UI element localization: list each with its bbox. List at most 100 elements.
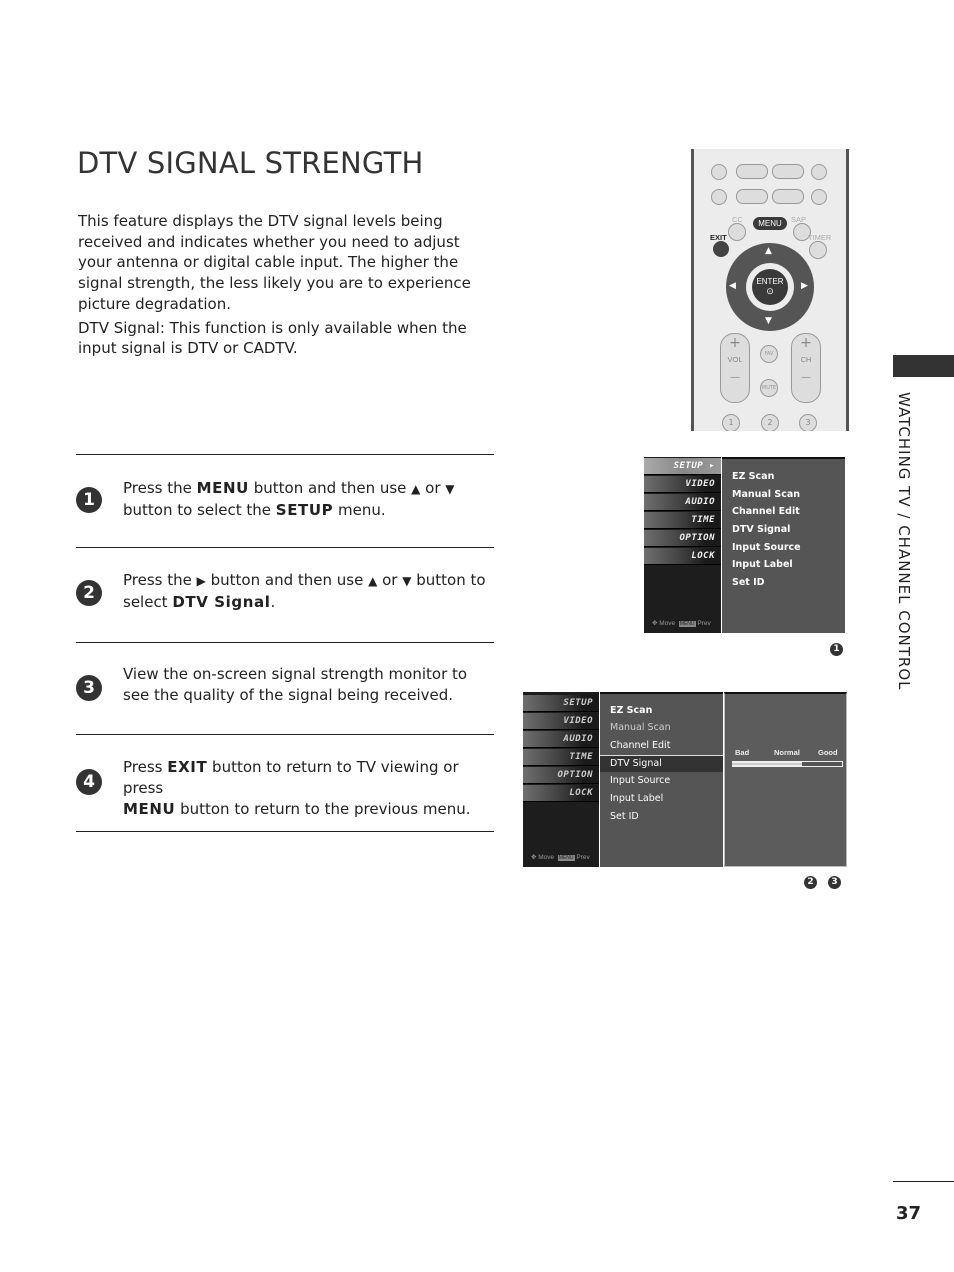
fav-button: FAV	[760, 345, 778, 363]
signal-strength-bar	[732, 761, 843, 767]
exit-keyword: EXIT	[167, 758, 208, 776]
menu-keyword: MENU	[196, 479, 249, 497]
text: or	[377, 571, 403, 589]
menu-item-dtv-signal: DTV Signal	[732, 524, 791, 535]
step-text: Press the ▶ button and then use ▲ or ▼ b…	[123, 570, 495, 613]
plus-icon: +	[729, 335, 741, 351]
section-title: WATCHING TV / CHANNEL CONTROL	[895, 392, 913, 691]
text: Press the	[123, 479, 197, 497]
menu-item-dtv-signal: DTV Signal	[610, 758, 662, 769]
remote-control: CC MENU SAP EXIT TIMER ▲ ▼ ◀ ▶ ENTER ⊙ +…	[691, 149, 849, 431]
up-arrow-icon: ▲	[765, 246, 772, 256]
number-button-1: 1	[722, 414, 740, 431]
timer-button	[809, 241, 827, 259]
navigation-pad: ▲ ▼ ◀ ▶ ENTER ⊙	[726, 243, 814, 331]
left-arrow-icon: ◀	[729, 281, 736, 291]
page-title: DTV SIGNAL STRENGTH	[77, 146, 424, 180]
menu-item-channel-edit: Channel Edit	[610, 740, 671, 751]
minus-icon: —	[801, 372, 811, 383]
enter-dot-icon: ⊙	[766, 286, 774, 296]
skip-back-icon	[711, 189, 727, 205]
text: button and then use	[205, 571, 369, 589]
dtv-signal-screen: SETUP VIDEO AUDIO TIME OPTION LOCK ✥ Mov…	[523, 692, 847, 867]
channel-rocker: + CH —	[791, 333, 821, 403]
dpad-gap: ENTER ⊙	[746, 263, 794, 311]
menu-item-input-source: Input Source	[732, 542, 801, 553]
move-label: Move	[659, 620, 676, 627]
menu-item-channel-edit: Channel Edit	[732, 506, 800, 517]
text: or	[420, 479, 446, 497]
setup-keyword: SETUP	[275, 501, 334, 519]
menu-item-ez-scan: EZ Scan	[610, 705, 653, 716]
pause-icon	[772, 164, 804, 179]
signal-label-bad: Bad	[735, 748, 750, 757]
tab-option: OPTION	[523, 767, 599, 784]
signal-panel: Bad Normal Good	[724, 692, 847, 867]
menu-item-input-source: Input Source	[610, 775, 671, 786]
down-arrow-icon: ▼	[765, 316, 772, 326]
menu-items: EZ Scan Manual Scan Channel Edit DTV Sig…	[600, 692, 723, 867]
menu-tabs: SETUP ▸ VIDEO AUDIO TIME OPTION LOCK ✥ M…	[644, 457, 721, 633]
section-tab-marker	[893, 355, 954, 377]
number-button-2: 2	[761, 414, 779, 431]
step-text: Press EXIT button to return to TV viewin…	[123, 757, 495, 820]
up-arrow-icon: ▲	[368, 574, 378, 588]
move-icon: ✥	[652, 620, 658, 627]
text: Press the	[123, 571, 197, 589]
plus-icon: +	[800, 335, 812, 351]
skip-forward-icon	[811, 189, 827, 205]
step-badge: 3	[828, 876, 841, 889]
play-icon	[736, 164, 768, 179]
menu-item-input-label: Input Label	[732, 559, 793, 570]
text: menu.	[333, 501, 386, 519]
dtv-signal-keyword: DTV Signal	[172, 593, 271, 611]
signal-label-good: Good	[818, 748, 838, 757]
step-badge: 1	[830, 643, 843, 656]
step-number: 4	[76, 769, 102, 795]
volume-rocker: + VOL —	[720, 333, 750, 403]
tab-audio: AUDIO	[523, 731, 599, 748]
step-badge: 2	[804, 876, 817, 889]
text: Press	[123, 758, 168, 776]
menu-item-ez-scan: EZ Scan	[732, 471, 775, 482]
step-number: 1	[76, 487, 102, 513]
enter-label: ENTER	[756, 277, 784, 286]
tab-setup: SETUP	[523, 695, 599, 712]
text: button to return to the previous menu.	[175, 800, 471, 818]
intro-note: DTV Signal: This function is only availa…	[78, 318, 467, 358]
fast-forward-icon	[772, 189, 804, 204]
footer-rule	[893, 1181, 954, 1182]
exit-button	[713, 241, 729, 257]
tab-time: TIME	[523, 749, 599, 766]
menu-item-manual-scan: Manual Scan	[610, 722, 671, 733]
step-4: 4 Press EXIT button to return to TV view…	[76, 734, 494, 832]
prev-label: Prev	[576, 854, 590, 861]
right-arrow-icon: ▶	[196, 574, 206, 588]
tab-video: VIDEO	[523, 713, 599, 730]
menu-item-set-id: Set ID	[732, 577, 765, 588]
tab-time: TIME	[644, 512, 721, 529]
step-2: 2 Press the ▶ button and then use ▲ or ▼…	[76, 547, 494, 642]
menu-item-manual-scan: Manual Scan	[732, 489, 801, 500]
stop-icon	[711, 164, 727, 180]
down-arrow-icon: ▼	[445, 482, 455, 496]
signal-strength-fill	[732, 762, 803, 766]
tab-option: OPTION	[644, 530, 721, 547]
step-number: 2	[76, 580, 102, 606]
prev-label: Prev	[697, 620, 711, 627]
menu-keyword: MENU	[123, 800, 176, 818]
step-number: 3	[76, 675, 102, 701]
menu-items: EZ Scan Manual Scan Channel Edit DTV Sig…	[722, 457, 845, 633]
menu-tabs: SETUP VIDEO AUDIO TIME OPTION LOCK ✥ Mov…	[523, 692, 599, 867]
menu-footer: ✥ Move MENU Prev	[531, 853, 590, 861]
minus-icon: —	[730, 372, 740, 383]
tab-setup: SETUP ▸	[644, 458, 721, 475]
signal-label-normal: Normal	[774, 748, 800, 757]
intro-text: This feature displays the DTV signal lev…	[78, 211, 498, 362]
menu-item-input-label: Input Label	[610, 793, 664, 804]
menu-footer: ✥ Move MENU Prev	[652, 619, 711, 627]
menu-key-icon: MENU	[557, 855, 575, 861]
mute-button: MUTE	[760, 379, 778, 397]
step-1: 1 Press the MENU button and then use ▲ o…	[76, 454, 494, 547]
intro-paragraph: This feature displays the DTV signal lev…	[78, 212, 471, 313]
